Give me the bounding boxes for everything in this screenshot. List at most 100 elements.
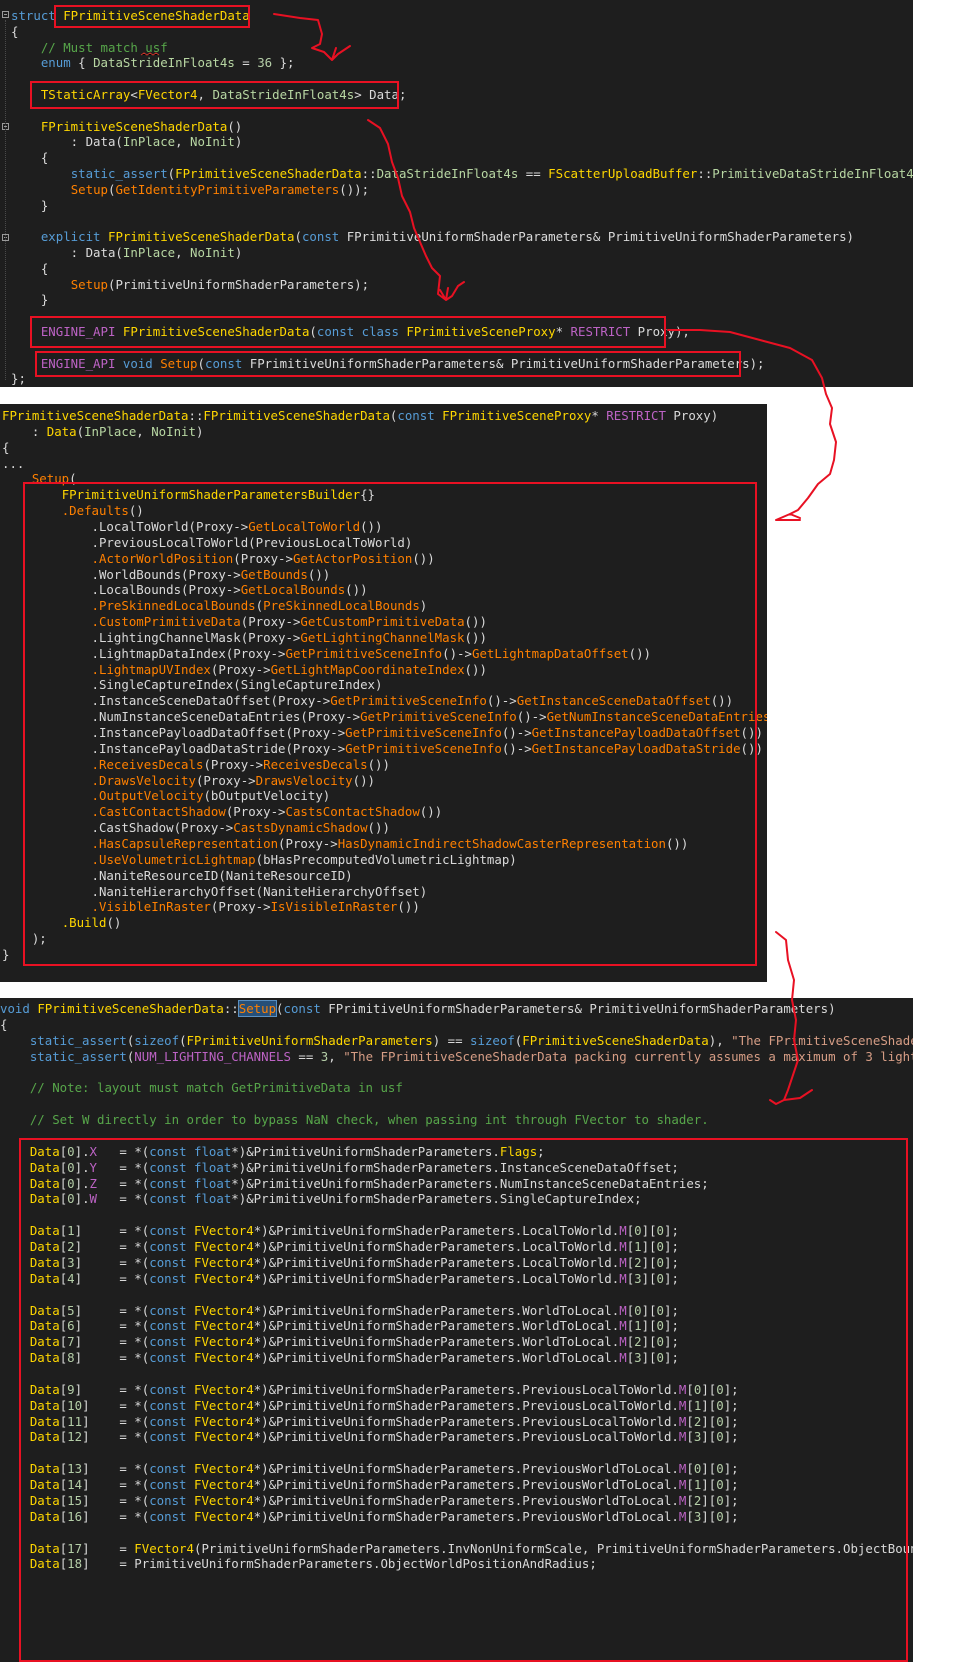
code-token: ::: [188, 408, 204, 423]
code-token: ::: [361, 166, 377, 181]
code-token: };: [11, 371, 26, 387]
code-token: (: [76, 423, 85, 439]
code-token: & PrimitiveUniformShaderParameters): [592, 229, 854, 245]
code-token: ());: [339, 181, 370, 197]
code-token: FScatterUploadBuffer: [548, 166, 698, 181]
code-line: FPrimitiveSceneShaderData::FPrimitiveSce…: [2, 407, 718, 424]
code-token: Setup: [70, 276, 108, 292]
code-token: ),: [708, 1032, 732, 1048]
code-token: =: [234, 55, 258, 71]
code-token: GetIdentityPrimitiveParameters: [115, 181, 340, 197]
code-line: {: [11, 23, 18, 40]
code-token: ,: [136, 423, 152, 439]
code-line: // Must match usf: [11, 39, 168, 56]
code-line: : Data(InPlace, NoInit): [2, 423, 204, 440]
highlight-box-proxy-ctor-decl: [30, 316, 666, 348]
code-line: FPrimitiveSceneShaderData(): [11, 118, 242, 135]
code-token: void: [0, 1001, 38, 1016]
code-token: }: [2, 946, 10, 962]
code-token: FPrimitiveSceneShaderData: [203, 408, 390, 423]
code-token: FPrimitiveSceneShaderData: [107, 229, 295, 245]
code-token: enum: [40, 55, 71, 71]
code-line: ...: [2, 455, 24, 472]
code-line: Setup(PrimitiveUniformShaderParameters);: [11, 276, 369, 293]
code-token: sizeof: [134, 1032, 180, 1048]
code-token: static_assert: [29, 1032, 127, 1048]
code-token: {: [2, 439, 10, 455]
code-line: {: [2, 439, 9, 456]
code-token: ) ==: [432, 1032, 471, 1048]
highlight-box-data-assignments: [19, 1138, 908, 1662]
code-line: };: [11, 370, 26, 387]
code-token: ): [234, 245, 243, 260]
code-token: // Must match usf: [40, 39, 168, 55]
code-token: FPrimitiveUniformShaderParameters: [186, 1032, 433, 1048]
code-token: ): [234, 134, 243, 150]
code-token: {: [11, 23, 19, 39]
code-token: (: [276, 1001, 284, 1016]
code-token: FPrimitiveSceneShaderData: [40, 118, 228, 134]
code-line: explicit FPrimitiveSceneShaderData(const…: [11, 228, 854, 245]
code-line: // Set W directly in order to bypass NaN…: [0, 1111, 709, 1128]
code-token: (): [227, 118, 243, 134]
code-line: : Data(InPlace, NoInit): [11, 244, 243, 261]
code-line: {: [11, 260, 48, 277]
code-token: FPrimitiveSceneShaderData: [522, 1032, 709, 1048]
code-token: {: [11, 150, 49, 166]
code-token: NUM_LIGHTING_CHANNELS: [134, 1048, 291, 1064]
code-token: sizeof: [470, 1032, 515, 1048]
code-token: : Data(: [11, 134, 123, 150]
code-line: }: [11, 197, 48, 214]
code-token: *: [591, 408, 607, 423]
code-line: static_assert(FPrimitiveSceneShaderData:…: [11, 165, 913, 182]
code-token: // Set W directly in order to bypass NaN…: [29, 1112, 709, 1128]
code-line: Setup(GetIdentityPrimitiveParameters());: [11, 181, 369, 198]
code-token: FPrimitiveSceneProxy: [442, 408, 592, 423]
code-token: ,: [175, 245, 191, 260]
code-token: const: [283, 1001, 329, 1016]
code-token: ==: [518, 166, 549, 181]
code-token: ::: [697, 166, 713, 181]
highlight-box-builder-call: [23, 482, 757, 966]
code-line: {: [11, 149, 48, 166]
code-token: explicit: [40, 229, 108, 245]
code-token: RESTRICT: [606, 408, 666, 423]
code-token: (: [179, 1032, 187, 1048]
code-token: FPrimitiveSceneShaderData: [37, 1001, 224, 1016]
highlight-box-data-array: [30, 81, 399, 109]
code-token: // Note: layout must match GetPrimitiveD…: [29, 1080, 403, 1096]
code-token: ...: [2, 455, 25, 471]
code-token: InPlace: [122, 245, 176, 260]
code-line: static_assert(NUM_LIGHTING_CHANNELS == 3…: [0, 1048, 913, 1065]
code-line: // Note: layout must match GetPrimitiveD…: [0, 1079, 403, 1096]
code-token: };: [272, 55, 295, 71]
code-token: Setup: [237, 1000, 278, 1017]
code-token: FPrimitiveSceneShaderData: [175, 166, 362, 181]
code-token: Data: [46, 423, 77, 439]
code-token: DataStrideInFloat4s: [376, 166, 519, 181]
code-token: "The FPrimitiveSceneShaderData packing c…: [343, 1048, 913, 1064]
code-token: const: [301, 229, 347, 245]
code-token: NoInit: [151, 423, 196, 439]
code-token: NoInit: [190, 134, 235, 150]
code-token: static_assert: [70, 166, 168, 181]
code-token: ,: [175, 134, 191, 150]
code-line: }: [2, 946, 9, 963]
code-token: "The FPrimitiveSceneShaderData: [731, 1032, 913, 1048]
highlight-box-struct-name: [54, 5, 250, 28]
code-token: const: [397, 408, 443, 423]
code-line: void FPrimitiveSceneShaderData::Setup(co…: [0, 1000, 836, 1017]
highlight-box-setup-decl: [35, 351, 741, 377]
code-line: static_assert(sizeof(FPrimitiveUniformSh…: [0, 1032, 913, 1049]
fold-toggle-icon[interactable]: [2, 11, 9, 18]
code-token: : Data(: [11, 245, 123, 260]
code-token: ::: [223, 1001, 239, 1016]
